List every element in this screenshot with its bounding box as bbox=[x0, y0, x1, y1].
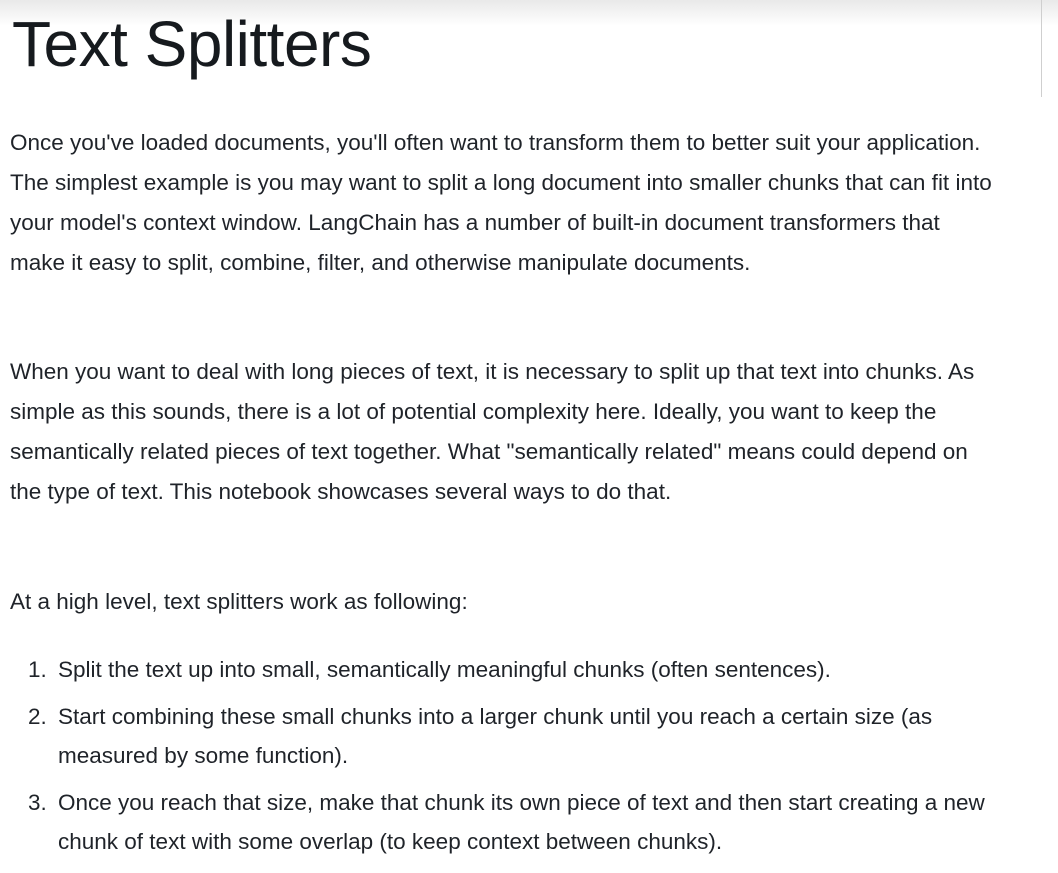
list-item-text: Split the text up into small, semantical… bbox=[58, 657, 831, 682]
list-item: 2. Start combining these small chunks in… bbox=[10, 697, 1000, 775]
paragraph-intro: Once you've loaded documents, you'll oft… bbox=[10, 130, 992, 275]
paragraph-splitting: When you want to deal with long pieces o… bbox=[10, 359, 975, 504]
list-item-number: 3. bbox=[28, 790, 47, 815]
page-title: Text Splitters bbox=[12, 8, 372, 80]
paragraph-overview: At a high level, text splitters work as … bbox=[10, 589, 468, 614]
list-item-text: Once you reach that size, make that chun… bbox=[58, 790, 985, 854]
list-item-number: 2. bbox=[28, 704, 47, 729]
scrollbar-edge[interactable] bbox=[1041, 0, 1042, 97]
steps-list: 1. Split the text up into small, semanti… bbox=[10, 650, 1000, 869]
list-item: 3. Once you reach that size, make that c… bbox=[10, 783, 1000, 861]
list-item-number: 1. bbox=[28, 657, 47, 682]
list-item-text: Start combining these small chunks into … bbox=[58, 704, 933, 768]
list-item: 1. Split the text up into small, semanti… bbox=[10, 650, 1000, 689]
